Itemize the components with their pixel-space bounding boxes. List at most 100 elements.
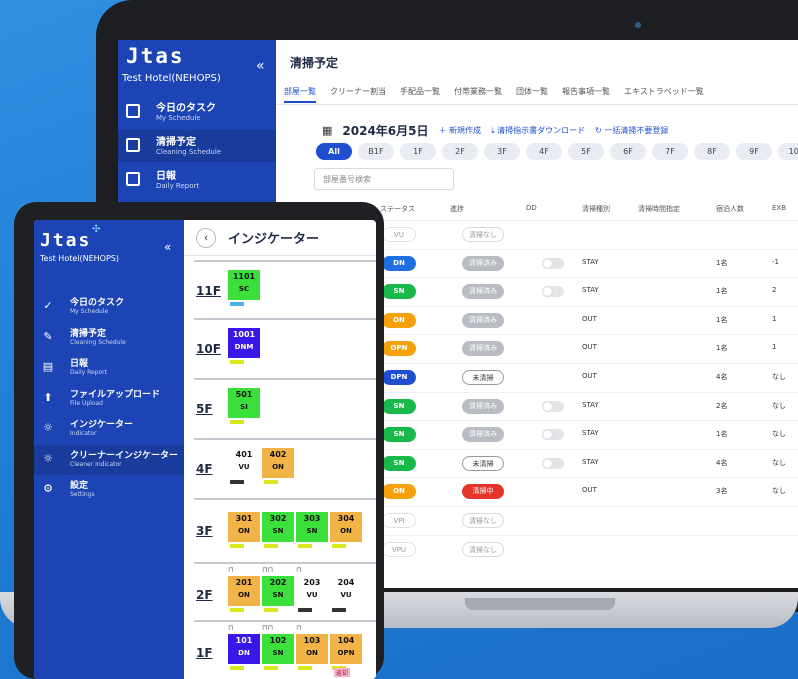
room-status: ON (238, 591, 250, 599)
progress-badge[interactable]: 清掃済み (462, 341, 504, 357)
room-marker (230, 360, 244, 364)
download-button[interactable]: ⤓ 清掃指示書ダウンロード (491, 125, 585, 136)
exb-value: -1 (772, 257, 779, 266)
floor-chip[interactable]: 4F (526, 143, 562, 160)
room-search-input[interactable]: 部屋番号検索 (314, 168, 454, 190)
room-number: 304 (337, 514, 355, 523)
floor-chip[interactable]: 9F (736, 143, 772, 160)
calendar-icon[interactable]: ▦ (322, 124, 332, 137)
floor-chip[interactable]: 7F (652, 143, 688, 160)
new-button[interactable]: ＋ 新規作成 (439, 125, 482, 136)
progress-badge[interactable]: 清掃済み (462, 398, 504, 414)
dd-toggle[interactable] (542, 429, 564, 441)
progress-badge[interactable]: 清掃なし (462, 227, 504, 242)
tab-reports[interactable]: 報告事項一覧 (562, 86, 610, 103)
floor-chip[interactable]: 10F (778, 143, 798, 160)
progress-badge[interactable]: 未清掃 (462, 455, 504, 471)
sidebar-item-today[interactable]: 今日のタスク My Schedule (118, 96, 276, 128)
room-tile[interactable]: 101 DN (228, 634, 260, 664)
floor-chip[interactable]: 6F (610, 143, 646, 160)
floor-row: 1F 101 DN ⊓ 102 SN ⊓⊓ 103 ON ⊓ 104 OPN 返却 (194, 620, 376, 677)
room-status: DNM (234, 343, 254, 351)
tab-cleaner[interactable]: クリーナー割当 (330, 86, 386, 103)
dd-toggle[interactable] (542, 457, 564, 469)
room-tile[interactable]: 104 OPN (330, 634, 362, 664)
tab-extra-tasks[interactable]: 付帯業務一覧 (454, 86, 502, 103)
progress-badge[interactable]: 清掃済み (462, 427, 504, 443)
col-dd: DD (526, 204, 537, 212)
room-tile[interactable]: 204 VU (330, 576, 362, 606)
room-tile[interactable]: 402 ON (262, 448, 294, 478)
room-status: SI (240, 403, 248, 411)
floor-row: 5F 501 SI (194, 378, 376, 424)
room-tile[interactable]: 501 SI (228, 388, 260, 418)
collapse-icon[interactable]: « (164, 240, 171, 254)
floor-chip[interactable]: 8F (694, 143, 730, 160)
room-number: 501 (235, 390, 253, 399)
room-tile[interactable]: 1001 DNM (228, 328, 260, 358)
room-tile[interactable]: 302 SN (262, 512, 294, 542)
status-badge: SN (382, 398, 416, 414)
room-tile[interactable]: 102 SN (262, 634, 294, 664)
dd-toggle[interactable] (542, 286, 564, 298)
room-tile[interactable]: 401 VU (228, 448, 260, 478)
clipboard-icon: ▤ (42, 360, 54, 373)
room-tile[interactable]: 301 ON (228, 512, 260, 542)
room-tile[interactable]: 103 ON (296, 634, 328, 664)
room-tile[interactable]: 203 VU (296, 576, 328, 606)
room-tile[interactable]: 201 ON (228, 576, 260, 606)
logo-mark-icon: ✣ (92, 224, 101, 235)
sidebar-item-cleaner-indicator[interactable]: ☼ クリーナーインジケーター Cleaner Indicator (34, 444, 184, 475)
sidebar-item-file-upload[interactable]: ⬆ ファイルアップロード File Upload (34, 384, 184, 414)
room-marker (332, 608, 346, 612)
sidebar-item-today[interactable]: ✓ 今日のタスク My Schedule (34, 292, 184, 322)
sidebar-item-daily-report[interactable]: 日報 Daily Report (118, 164, 276, 196)
room-marker (298, 544, 312, 548)
room-tile[interactable]: 1101 SC (228, 270, 260, 300)
floor-chip[interactable]: 1F (400, 143, 436, 160)
dd-toggle[interactable] (542, 400, 564, 412)
progress-badge[interactable]: 清掃済み (462, 312, 504, 328)
progress-badge[interactable]: 清掃なし (462, 513, 504, 528)
room-tile[interactable]: 202 SN (262, 576, 294, 606)
dd-toggle[interactable] (542, 257, 564, 269)
floor-chip[interactable]: All (316, 143, 352, 160)
sidebar-item-daily-report[interactable]: ▤ 日報 Daily Report (34, 353, 184, 383)
progress-badge[interactable]: 清掃なし (462, 541, 504, 557)
gear-icon: ⚙ (43, 482, 53, 495)
sidebar-item-sub: My Schedule (156, 114, 201, 122)
back-icon[interactable]: ‹ (196, 228, 216, 248)
progress-badge[interactable]: 未清掃 (462, 370, 504, 385)
collapse-icon[interactable]: « (256, 58, 265, 74)
room-marker (230, 608, 244, 612)
room-tile[interactable]: 303 SN (296, 512, 328, 542)
cleaning-type: STAY (582, 257, 599, 266)
progress-badge[interactable]: 清掃済み (462, 255, 504, 271)
col-time: 清掃時間指定 (638, 205, 680, 213)
floor-chip[interactable]: 3F (484, 143, 520, 160)
room-tile[interactable]: 304 ON (330, 512, 362, 542)
room-number: 202 (269, 578, 287, 587)
tab-groups[interactable]: 団体一覧 (516, 86, 548, 103)
progress-badge[interactable]: 清掃済み (462, 284, 504, 300)
sidebar-item-indicator[interactable]: ☼ インジケーター Indicator (34, 414, 184, 444)
progress-badge[interactable]: 清掃中 (462, 484, 504, 500)
room-marker (230, 302, 244, 306)
status-badge: DPN (382, 370, 416, 385)
sidebar-item-cleaning[interactable]: ✎ 清掃予定 Cleaning Schedule (34, 323, 184, 353)
floor-chip[interactable]: 2F (442, 143, 478, 160)
tab-rooms[interactable]: 部屋一覧 (284, 86, 316, 103)
sidebar-item-cleaning[interactable]: 清掃予定 Cleaning Schedule (118, 130, 276, 162)
tab-arrangements[interactable]: 手配品一覧 (400, 86, 440, 103)
upload-icon: ⬆ (43, 390, 53, 404)
col-progress: 進捗 (450, 205, 464, 213)
floor-chip[interactable]: B1F (358, 143, 394, 160)
sidebar-item-settings[interactable]: ⚙ 設定 Settings (34, 475, 184, 505)
sidebar-item-label: 今日のタスク (156, 103, 216, 114)
bulk-skip-button[interactable]: ↻ 一括清掃不要登録 (595, 125, 668, 136)
room-status: DN (238, 649, 250, 657)
tab-extra-beds[interactable]: エキストラベッド一覧 (624, 86, 704, 103)
sidebar-item-label: 清掃予定 (156, 137, 196, 148)
floor-chip[interactable]: 5F (568, 143, 604, 160)
floor-label: 4F (196, 462, 213, 476)
